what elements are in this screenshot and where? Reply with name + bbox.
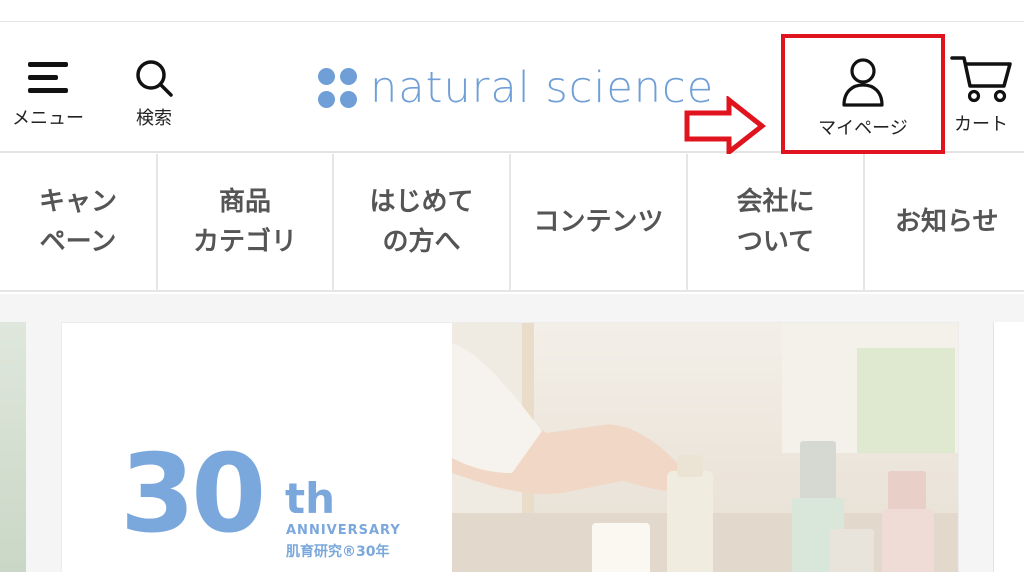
nav-item-news[interactable]: お知らせ	[865, 154, 1024, 290]
mypage-label: マイページ	[818, 118, 908, 139]
nav-item-label: はじめて の方へ	[369, 187, 474, 257]
nav-item-label: キャン ペーン	[38, 187, 117, 257]
logo-text: natural science	[370, 63, 715, 113]
anniversary-subtitle: 肌育研究®30年	[286, 544, 390, 560]
nav-item-label: コンテンツ	[533, 207, 664, 237]
mypage-button[interactable]: マイページ	[781, 34, 945, 154]
nav-item-label: 商品 カテゴリ	[192, 187, 297, 257]
menu-label: メニュー	[12, 108, 84, 129]
nav-item-label: 会社に ついて	[736, 187, 815, 257]
next-slide[interactable]	[993, 322, 1024, 572]
anniversary-badge: 30 th ANNIVERSARY 肌育研究®30年	[120, 432, 400, 561]
nav-item-first-time[interactable]: はじめて の方へ	[334, 154, 511, 290]
anniversary-suffix: th	[285, 474, 335, 523]
product-photo-illustration	[452, 323, 958, 572]
product-photo	[452, 323, 958, 572]
status-strip	[0, 0, 1024, 22]
previous-slide[interactable]	[0, 322, 26, 572]
search-button[interactable]: 検索	[112, 58, 196, 130]
logo-mark-icon	[318, 68, 358, 108]
search-icon	[136, 60, 173, 97]
user-icon	[842, 58, 884, 107]
banner-slide[interactable]: 30 th ANNIVERSARY 肌育研究®30年	[61, 322, 959, 572]
cart-icon	[950, 56, 1012, 103]
site-header: メニュー 検索 natural science マイページ カート	[0, 22, 1024, 156]
hamburger-icon	[28, 58, 68, 98]
cart-label: カート	[954, 114, 1008, 135]
menu-button[interactable]: メニュー	[0, 58, 96, 130]
category-nav: キャン ペーン 商品 カテゴリ はじめて の方へ コンテンツ 会社に ついて お…	[0, 154, 1024, 292]
nav-item-about-company[interactable]: 会社に ついて	[688, 154, 865, 290]
search-label: 検索	[136, 108, 172, 129]
nav-item-label: お知らせ	[895, 207, 999, 237]
nav-item-product-category[interactable]: 商品 カテゴリ	[158, 154, 334, 290]
cart-button[interactable]: カート	[938, 52, 1024, 136]
nav-item-campaign[interactable]: キャン ペーン	[0, 154, 158, 290]
nav-item-contents[interactable]: コンテンツ	[511, 154, 688, 290]
banner-carousel: 30 th ANNIVERSARY 肌育研究®30年	[0, 294, 1024, 572]
site-logo[interactable]: natural science	[318, 66, 714, 110]
anniversary-number: 30	[120, 432, 266, 557]
anniversary-word: ANNIVERSARY	[286, 523, 401, 538]
right-arrow-icon	[684, 96, 766, 156]
